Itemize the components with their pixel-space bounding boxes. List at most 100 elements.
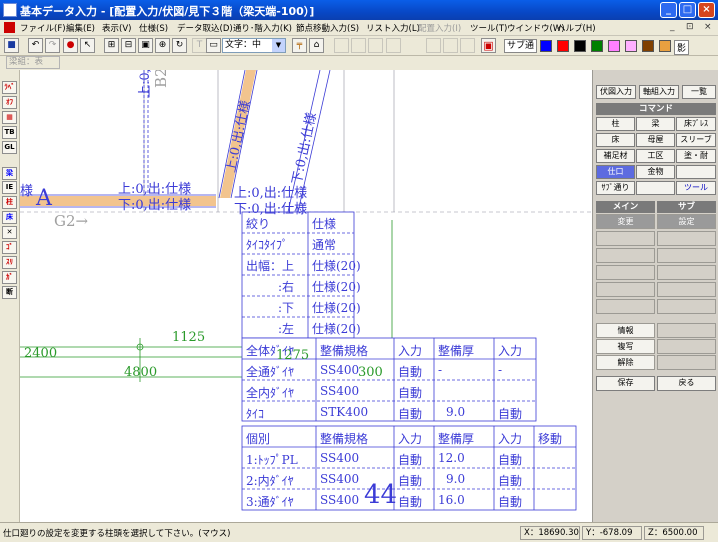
main-slot <box>596 282 655 297</box>
offset-tool[interactable]: ｵﾌ <box>2 96 17 109</box>
grid-label-g2: G2→ <box>54 212 89 230</box>
gl-tool[interactable]: GL <box>2 141 17 154</box>
drawing-canvas[interactable]: A G2→ B2→ 上:0,出:仕様 下:0,出:仕様 上:0,出:仕様 下:0… <box>20 70 592 522</box>
minimize-button[interactable]: _ <box>660 2 677 18</box>
main-slot <box>596 248 655 263</box>
main-copy-button[interactable]: 複写 <box>596 339 655 354</box>
cmd-coating[interactable]: 塗・耐 <box>676 149 716 163</box>
save-icon[interactable]: ■ <box>4 38 19 53</box>
cmd-sub-grid[interactable]: ｻﾌﾞ通り <box>596 181 635 195</box>
layout-icon[interactable]: ⊟ <box>121 38 136 53</box>
sub-slot <box>657 231 716 246</box>
frame-icon[interactable]: ▣ <box>138 38 153 53</box>
cmd-floor[interactable]: 床 <box>596 133 635 147</box>
label-tool[interactable]: ﾗﾍﾞﾙ <box>2 81 17 94</box>
zoom-icon[interactable]: ⊕ <box>155 38 170 53</box>
cmd-auxiliary[interactable]: 補足材 <box>596 149 635 163</box>
go-tool[interactable]: ｺﾞ <box>2 241 17 254</box>
main-slot <box>596 265 655 280</box>
menu-grid-floor[interactable]: 通り･階入力(K) <box>233 22 292 34</box>
menu-data-import[interactable]: データ取込(D) <box>177 22 233 34</box>
sub-slot <box>657 248 716 263</box>
font-size-select[interactable]: 文字：中 ▼ <box>222 38 286 53</box>
menu-node-move[interactable]: 節点移動入力(S) <box>296 22 359 34</box>
cmd-floor-brace[interactable]: 床ﾌﾞﾚｽ <box>676 117 716 131</box>
command-header: コマンド <box>596 103 716 115</box>
cmd-zone[interactable]: 工区 <box>636 149 675 163</box>
pointer-icon[interactable]: ↖ <box>80 38 95 53</box>
save-button[interactable]: 保存 <box>596 376 655 391</box>
chevron-down-icon: ▼ <box>272 39 285 52</box>
mdi-minimize-button[interactable]: _ <box>670 22 675 32</box>
menu-help[interactable]: ヘルプ(H) <box>557 22 596 34</box>
color-swatch-black[interactable] <box>574 40 586 52</box>
refresh-icon[interactable]: ↻ <box>172 38 187 53</box>
sub-setting-button[interactable]: 設定 <box>657 214 716 229</box>
coord-z: Z：6500.00 <box>644 526 704 540</box>
main-slot <box>596 231 655 246</box>
redo-icon[interactable]: ↷ <box>45 38 60 53</box>
sleeve-tool[interactable]: ｽﾘ <box>2 256 17 269</box>
color-swatch-red[interactable] <box>557 40 569 52</box>
record-icon[interactable]: ▣ <box>481 38 496 53</box>
grid-icon[interactable]: ⊞ <box>104 38 119 53</box>
menu-edit[interactable]: 編集(E) <box>66 22 95 34</box>
close-button[interactable]: × <box>698 2 715 18</box>
menu-tools[interactable]: ツール(T) <box>470 22 507 34</box>
sub-grid-label[interactable]: サブ通 <box>504 39 538 53</box>
color-swatch-brown[interactable] <box>642 40 654 52</box>
left-toolbar: ﾗﾍﾞﾙ ｵﾌ ▦ TB GL 梁 IE 柱 床 ✕ ｺﾞ ｽﾘ ｶﾞ 断 <box>0 70 20 522</box>
tab-plan-input[interactable]: 伏図入力 <box>596 85 636 99</box>
sub-slot <box>657 339 716 354</box>
disabled-tool-6-icon <box>443 38 458 53</box>
stop-icon[interactable]: ● <box>63 38 78 53</box>
undo-icon[interactable]: ↶ <box>28 38 43 53</box>
beam-icon[interactable]: ╤ <box>292 38 307 53</box>
cmd-joint[interactable]: 仕口 <box>596 165 635 179</box>
beam-tool[interactable]: 梁 <box>2 167 17 180</box>
mdi-restore-button[interactable]: ⊡ <box>686 22 694 32</box>
tb-tool[interactable]: TB <box>2 126 17 139</box>
main-info-button[interactable]: 情報 <box>596 323 655 338</box>
maximize-button[interactable]: □ <box>679 2 696 18</box>
back-button[interactable]: 戻る <box>657 376 716 391</box>
document-icon[interactable] <box>4 22 15 33</box>
menu-view[interactable]: 表示(V) <box>102 22 131 34</box>
color-swatch-blue[interactable] <box>540 40 552 52</box>
main-release-button[interactable]: 解除 <box>596 355 655 370</box>
dim-label-2400: 2400 <box>24 346 58 361</box>
ie-tool[interactable]: IE <box>2 181 17 194</box>
disabled-tool-1-icon <box>334 38 349 53</box>
color-swatch-green[interactable] <box>591 40 603 52</box>
gusset-tool[interactable]: ｶﾞ <box>2 271 17 284</box>
display-icon[interactable]: ▭ <box>206 38 221 53</box>
secondary-toolbar: 梁組：表 <box>0 56 718 70</box>
arch-icon[interactable]: ⌂ <box>309 38 324 53</box>
brace-tool[interactable]: ✕ <box>2 226 17 239</box>
color-swatch-magenta[interactable] <box>608 40 620 52</box>
hatch-tool[interactable]: ▦ <box>2 111 17 124</box>
cmd-column[interactable]: 柱 <box>596 117 635 131</box>
tab-list[interactable]: 一覧 <box>682 85 716 99</box>
cmd-sleeve[interactable]: スリーブ <box>676 133 716 147</box>
cmd-hardware[interactable]: 金物 <box>636 165 675 179</box>
column-tool[interactable]: 柱 <box>2 196 17 209</box>
menu-window[interactable]: ウインドウ(W) <box>507 22 565 34</box>
section-tool[interactable]: 断 <box>2 286 17 299</box>
text-tool-icon: T <box>192 38 207 53</box>
cmd-purlin[interactable]: 母屋 <box>636 133 675 147</box>
main-modify-button[interactable]: 変更 <box>596 214 655 229</box>
shadow-toggle[interactable]: 影 <box>674 40 690 55</box>
menu-file[interactable]: ファイル(F) <box>20 22 66 34</box>
color-swatch-pink[interactable] <box>625 40 637 52</box>
menu-list-input[interactable]: リスト入力(L) <box>366 22 420 34</box>
tab-elevation-input[interactable]: 軸組入力 <box>639 85 679 99</box>
floor-tool[interactable]: 床 <box>2 211 17 224</box>
menu-spec[interactable]: 仕様(S) <box>139 22 168 34</box>
color-swatch-orange[interactable] <box>659 40 671 52</box>
mdi-close-button[interactable]: × <box>704 22 712 32</box>
layer-select: 梁組：表 <box>6 56 60 69</box>
grid-label-b2: B2→ <box>152 70 170 88</box>
cmd-beam[interactable]: 梁 <box>636 117 675 131</box>
cmd-tools[interactable]: ツール <box>676 181 716 195</box>
